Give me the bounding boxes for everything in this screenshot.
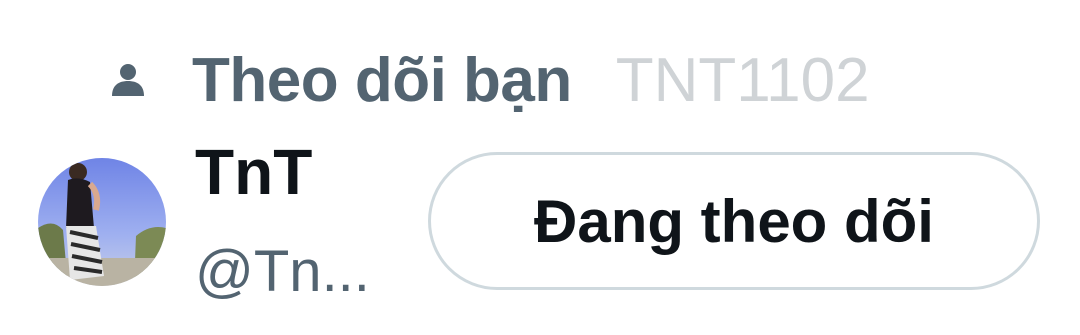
following-button-label: Đang theo dõi	[534, 187, 934, 255]
follows-you-row: Theo dõi bạn TNT1102	[108, 40, 870, 120]
following-button[interactable]: Đang theo dõi	[428, 152, 1040, 290]
person-icon	[108, 60, 148, 100]
avatar[interactable]	[38, 158, 166, 286]
follows-you-label: Theo dõi bạn	[192, 45, 572, 115]
display-name[interactable]: TnT	[195, 140, 312, 204]
follows-you-username[interactable]: TNT1102	[616, 45, 870, 116]
user-handle[interactable]: @Tn...	[195, 243, 370, 301]
